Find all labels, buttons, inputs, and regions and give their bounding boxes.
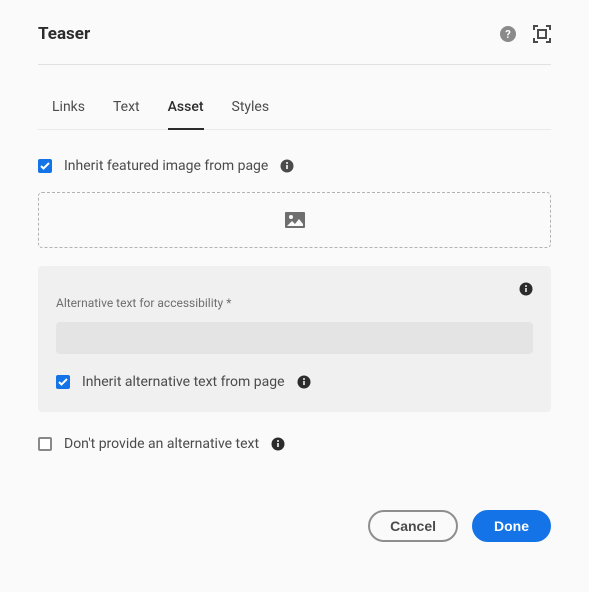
alt-text-panel: Alternative text for accessibility * Inh…	[38, 266, 551, 412]
cancel-button[interactable]: Cancel	[368, 510, 458, 542]
tab-styles[interactable]: Styles	[232, 89, 270, 129]
alt-text-input[interactable]	[56, 322, 533, 354]
inherit-alt-row: Inherit alternative text from page	[56, 374, 533, 390]
help-icon[interactable]: ?	[499, 25, 517, 43]
inherit-image-label: Inherit featured image from page	[64, 158, 268, 174]
tab-bar: Links Text Asset Styles	[38, 89, 551, 130]
alt-text-field-label: Alternative text for accessibility *	[56, 296, 533, 310]
info-icon[interactable]	[280, 159, 294, 173]
image-placeholder-icon	[285, 212, 305, 228]
header-icons: ?	[499, 25, 551, 43]
dialog-title: Teaser	[38, 24, 90, 44]
no-alt-checkbox[interactable]	[38, 437, 52, 451]
teaser-dialog: Teaser ? Links Text Asset Styles Inherit…	[0, 0, 589, 570]
tab-links[interactable]: Links	[52, 89, 85, 129]
image-dropzone[interactable]	[38, 192, 551, 248]
no-alt-row: Don't provide an alternative text	[38, 436, 551, 452]
done-button[interactable]: Done	[472, 510, 551, 542]
dialog-footer: Cancel Done	[38, 510, 551, 542]
tab-asset[interactable]: Asset	[168, 89, 204, 129]
svg-text:?: ?	[505, 28, 511, 41]
asset-tab-content: Inherit featured image from page Alterna…	[38, 130, 551, 452]
tab-text[interactable]: Text	[113, 89, 140, 129]
fullscreen-icon[interactable]	[533, 25, 551, 43]
inherit-alt-checkbox[interactable]	[56, 375, 70, 389]
info-icon[interactable]	[297, 375, 311, 389]
inherit-alt-label: Inherit alternative text from page	[82, 374, 285, 390]
info-icon[interactable]	[519, 282, 533, 296]
dialog-header: Teaser ?	[38, 24, 551, 65]
inherit-image-checkbox[interactable]	[38, 159, 52, 173]
no-alt-label: Don't provide an alternative text	[64, 436, 259, 452]
info-icon[interactable]	[271, 437, 285, 451]
inherit-image-row: Inherit featured image from page	[38, 158, 551, 174]
